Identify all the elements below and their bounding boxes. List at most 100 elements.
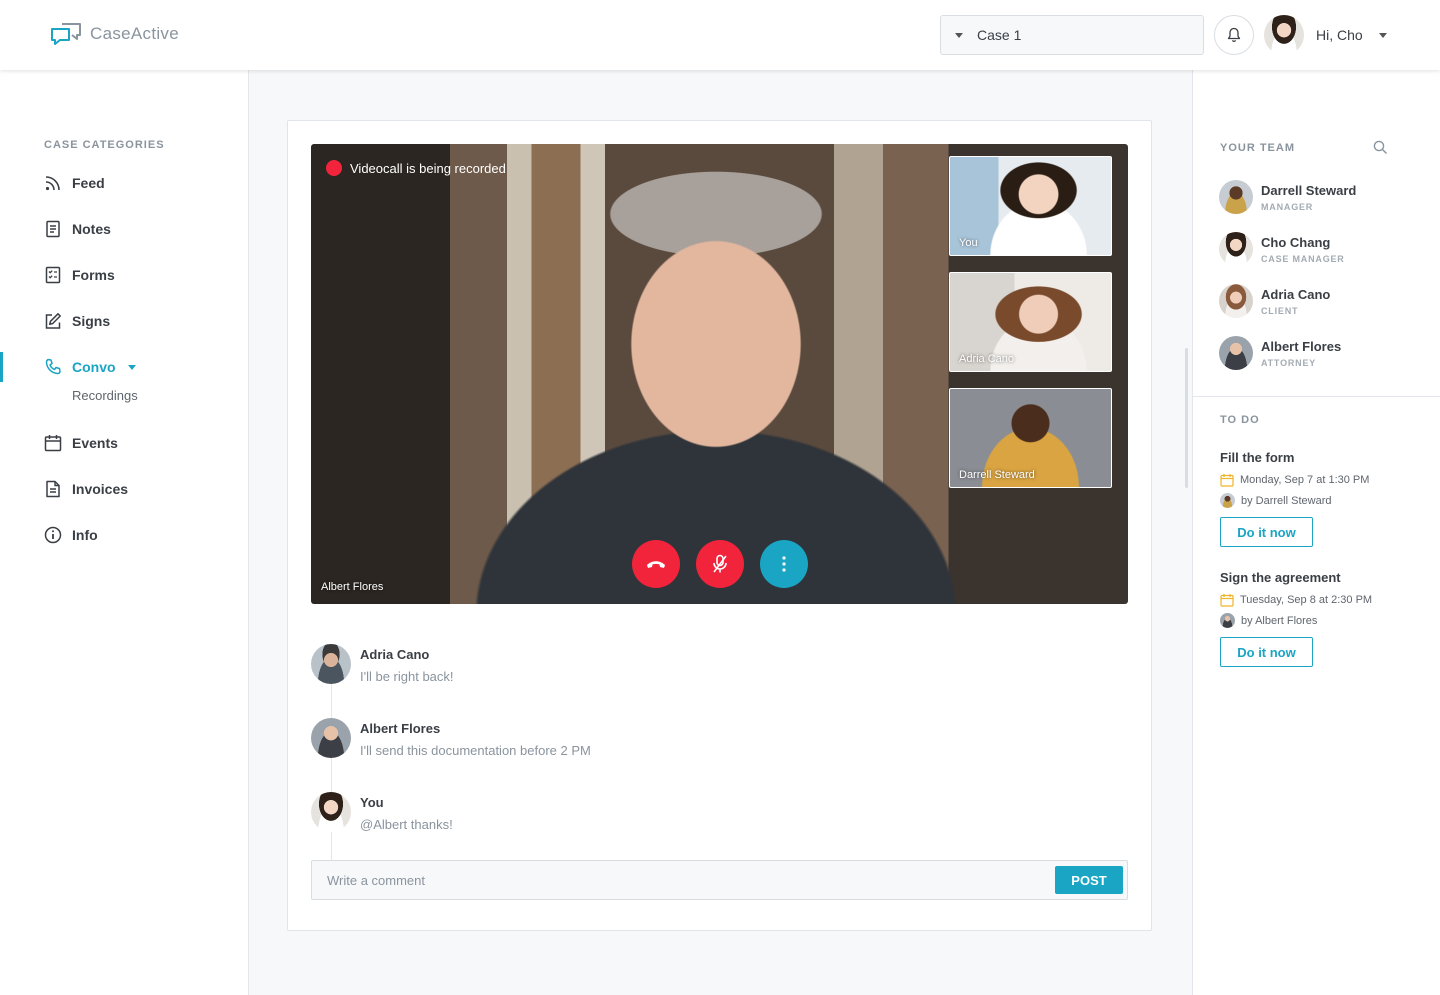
right-sidebar: YOUR TEAM Darrell Steward MANAGER Cho Ch… — [1192, 70, 1440, 995]
comment-input[interactable] — [312, 861, 1042, 899]
sidebar-item-label: Events — [72, 435, 118, 451]
sidebar-item-label: Signs — [72, 313, 111, 329]
comment-composer: POST — [311, 860, 1128, 900]
search-icon[interactable] — [1373, 140, 1388, 155]
sidebar-subitem-recordings[interactable]: Recordings — [72, 388, 138, 403]
member-name: Cho Chang — [1261, 234, 1331, 250]
todo-title: Fill the form — [1220, 450, 1295, 465]
caret-down-icon — [1378, 32, 1387, 38]
bell-icon — [1227, 27, 1241, 42]
avatar — [311, 718, 351, 758]
participant-label: Adria Cano — [959, 353, 1015, 365]
caret-down-icon — [955, 32, 963, 38]
comment: Albert Flores I'll send this documentati… — [311, 718, 591, 758]
sidebar-item-feed[interactable]: Feed — [44, 172, 105, 194]
do-it-now-button[interactable]: Do it now — [1220, 517, 1313, 547]
sidebar-item-signs[interactable]: Signs — [44, 310, 110, 332]
todo-date-text: Monday, Sep 7 at 1:30 PM — [1240, 474, 1370, 486]
avatar — [311, 792, 351, 832]
todo-date-text: Tuesday, Sep 8 at 2:30 PM — [1240, 594, 1373, 606]
rss-icon — [45, 176, 60, 191]
team-member[interactable]: Albert Flores ATTORNEY — [1219, 336, 1341, 370]
calendar-icon — [1220, 474, 1234, 487]
sidebar-item-convo[interactable]: Convo — [44, 356, 136, 378]
recording-indicator: Videocall is being recorded — [326, 160, 506, 176]
left-sidebar: CASE CATEGORIES Feed Notes Forms Signs C… — [0, 70, 249, 995]
sidebar-item-label: Convo — [72, 359, 116, 375]
team-member[interactable]: Adria Cano CLIENT — [1219, 284, 1330, 318]
todo-by-text: by Albert Flores — [1241, 614, 1318, 627]
post-button[interactable]: POST — [1055, 866, 1123, 894]
your-team-label: YOUR TEAM — [1220, 142, 1295, 154]
todo-item: Fill the form Monday, Sep 7 at 1:30 PM b… — [1220, 450, 1420, 547]
avatar — [1220, 493, 1235, 508]
conversation-panel: Videocall is being recorded You Adria Ca… — [287, 120, 1152, 931]
member-role: CLIENT — [1261, 305, 1299, 316]
todo-label: TO DO — [1220, 414, 1260, 426]
invoice-icon — [46, 480, 60, 498]
participant-tile-adria-cano[interactable]: Adria Cano — [949, 272, 1112, 372]
team-member[interactable]: Cho Chang CASE MANAGER — [1219, 232, 1345, 266]
divider — [1193, 396, 1440, 397]
sidebar-item-notes[interactable]: Notes — [44, 218, 111, 240]
scrollbar[interactable] — [1185, 348, 1188, 488]
sidebar-item-info[interactable]: Info — [44, 524, 98, 546]
video-stage: Videocall is being recorded You Adria Ca… — [311, 144, 1128, 604]
hang-up-button[interactable] — [632, 540, 680, 588]
participant-tile-darrell-steward[interactable]: Darrell Steward — [949, 388, 1112, 488]
user-avatar — [1264, 15, 1304, 55]
sidebar-item-label: Notes — [72, 221, 111, 237]
member-name: Adria Cano — [1261, 286, 1331, 302]
avatar — [311, 644, 351, 684]
phone-hangup-icon — [647, 561, 665, 568]
todo-title: Sign the agreement — [1220, 570, 1341, 585]
sidebar-item-label: Feed — [72, 175, 105, 191]
comment: Adria Cano I'll be right back! — [311, 644, 454, 684]
member-role: ATTORNEY — [1261, 357, 1317, 368]
case-selector[interactable]: Case 1 — [940, 15, 1204, 55]
caret-down-icon — [127, 364, 136, 370]
calendar-icon — [1220, 594, 1234, 607]
app-logo[interactable]: CaseActive — [50, 20, 179, 48]
member-name: Darrell Steward — [1261, 182, 1357, 198]
sidebar-item-label: Info — [72, 527, 98, 543]
info-icon — [44, 526, 62, 544]
recording-text: Videocall is being recorded — [350, 160, 506, 176]
todo-date: Monday, Sep 7 at 1:30 PM — [1220, 473, 1420, 487]
avatar — [1219, 284, 1253, 318]
mute-button[interactable] — [696, 540, 744, 588]
sidebar-item-events[interactable]: Events — [44, 432, 118, 454]
comment-text: I'll be right back! — [360, 669, 454, 684]
do-it-now-button[interactable]: Do it now — [1220, 637, 1313, 667]
todo-by-text: by Darrell Steward — [1241, 494, 1332, 507]
sidebar-item-invoices[interactable]: Invoices — [44, 478, 128, 500]
notifications-button[interactable] — [1214, 15, 1254, 55]
avatar — [1219, 180, 1253, 214]
more-options-button[interactable] — [760, 540, 808, 588]
todo-assigner: by Albert Flores — [1220, 613, 1420, 628]
avatar — [1219, 232, 1253, 266]
microphone-muted-icon — [713, 554, 727, 573]
case-categories-label: CASE CATEGORIES — [44, 139, 165, 151]
todo-date: Tuesday, Sep 8 at 2:30 PM — [1220, 593, 1420, 607]
sidebar-item-label: Forms — [72, 267, 115, 283]
phone-icon — [45, 358, 61, 375]
comment-author: Adria Cano — [360, 647, 430, 662]
member-name: Albert Flores — [1261, 338, 1342, 354]
user-greeting: Hi, Cho — [1316, 27, 1363, 43]
user-menu[interactable]: Hi, Cho — [1264, 15, 1387, 55]
member-role: MANAGER — [1261, 201, 1314, 212]
todo-assigner: by Darrell Steward — [1220, 493, 1420, 508]
comment-author: Albert Flores — [360, 721, 441, 736]
participant-label: You — [959, 237, 978, 249]
comment-text: I'll send this documentation before 2 PM — [360, 743, 591, 758]
comment: You @Albert thanks! — [311, 792, 453, 832]
team-member[interactable]: Darrell Steward MANAGER — [1219, 180, 1356, 214]
sidebar-item-forms[interactable]: Forms — [44, 264, 115, 286]
participant-tile-you[interactable]: You — [949, 156, 1112, 256]
edit-icon — [45, 313, 61, 329]
member-role: CASE MANAGER — [1261, 253, 1345, 264]
case-selector-value: Case 1 — [977, 27, 1022, 43]
comment-text: @Albert thanks! — [360, 817, 453, 832]
chat-bubbles-icon — [51, 23, 81, 45]
